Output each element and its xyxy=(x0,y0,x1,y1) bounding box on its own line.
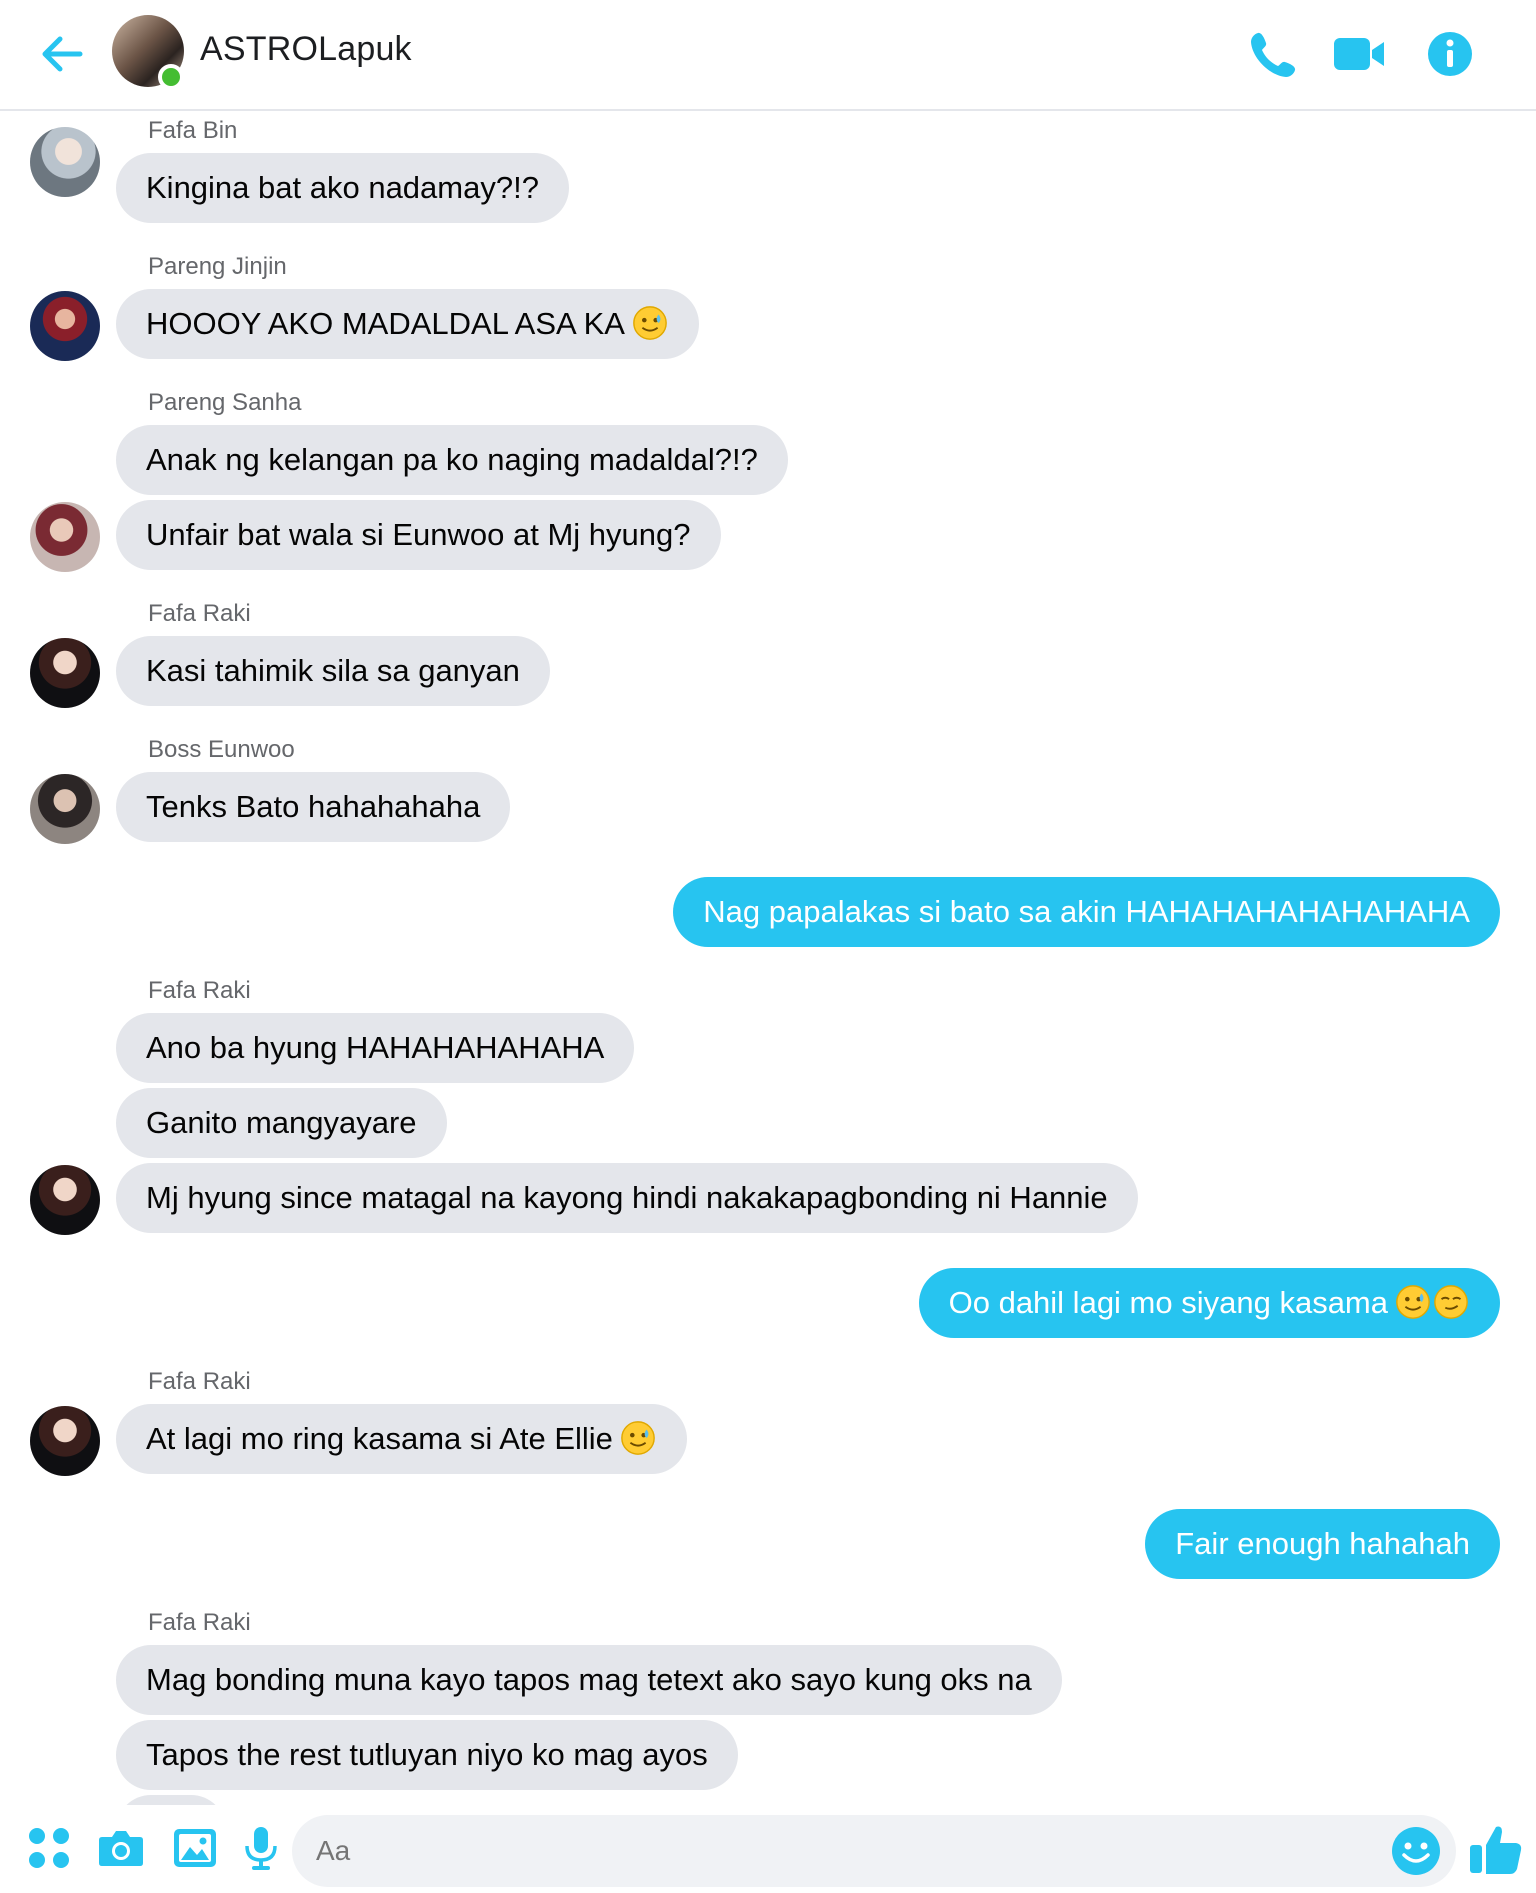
emoji-icon xyxy=(1396,1284,1430,1319)
emoji-icon xyxy=(1434,1284,1468,1319)
online-status-dot xyxy=(158,64,184,90)
video-camera-icon[interactable] xyxy=(1330,24,1390,84)
sender-name: Fafa Bin xyxy=(148,117,238,144)
phone-icon[interactable] xyxy=(1244,24,1304,84)
message-bubble[interactable]: At lagi mo ring kasama si Ate Ellie xyxy=(116,1404,687,1474)
avatar[interactable] xyxy=(30,1165,100,1235)
avatar[interactable] xyxy=(30,638,100,708)
sender-name: Boss Eunwoo xyxy=(148,736,295,763)
info-icon[interactable] xyxy=(1420,24,1480,84)
image-icon[interactable] xyxy=(170,1823,220,1873)
smile-icon[interactable] xyxy=(1388,1823,1444,1879)
emoji-icon xyxy=(621,1420,655,1455)
sender-name: Fafa Raki xyxy=(148,1368,251,1395)
apps-icon[interactable] xyxy=(24,1823,74,1873)
message-bubble[interactable]: Tapos the rest tutluyan niyo ko mag ayos xyxy=(116,1720,738,1790)
message-bubble-partial[interactable] xyxy=(116,1795,226,1805)
sender-name: Fafa Raki xyxy=(148,600,251,627)
message-bubble[interactable]: Kasi tahimik sila sa ganyan xyxy=(116,636,550,706)
message-bubble[interactable]: Unfair bat wala si Eunwoo at Mj hyung? xyxy=(116,500,721,570)
message-bubble[interactable]: Tenks Bato hahahahaha xyxy=(116,772,511,842)
message-bubble[interactable]: Kingina bat ako nadamay?!? xyxy=(116,153,569,223)
arrow-left-icon[interactable] xyxy=(36,28,88,80)
message-bubble[interactable]: Ganito mangyayare xyxy=(116,1088,447,1158)
sender-name: Pareng Jinjin xyxy=(148,253,287,280)
outgoing-message-bubble[interactable]: Fair enough hahahah xyxy=(1145,1509,1500,1579)
chat-header: ASTROLapuk xyxy=(0,0,1536,111)
emoji-icon xyxy=(633,305,667,340)
outgoing-message-bubble[interactable]: Oo dahil lagi mo siyang kasama xyxy=(918,1268,1500,1338)
microphone-icon[interactable] xyxy=(236,1823,286,1873)
sender-name: Fafa Raki xyxy=(148,977,251,1004)
avatar[interactable] xyxy=(30,1795,100,1805)
thumbs-up-icon[interactable] xyxy=(1466,1819,1526,1879)
avatar[interactable] xyxy=(30,774,100,844)
sender-name: Pareng Sanha xyxy=(148,389,302,416)
chat-title[interactable]: ASTROLapuk xyxy=(200,30,412,69)
avatar[interactable] xyxy=(30,1406,100,1476)
avatar[interactable] xyxy=(30,502,100,572)
camera-icon[interactable] xyxy=(96,1823,146,1873)
message-bubble[interactable]: Anak ng kelangan pa ko naging madaldal?!… xyxy=(116,425,788,495)
message-bubble[interactable]: HOOOY AKO MADALDAL ASA KA xyxy=(116,289,699,359)
outgoing-message-bubble[interactable]: Nag papalakas si bato sa akin HAHAHAHAHA… xyxy=(673,877,1500,947)
message-composer xyxy=(0,1805,1536,1893)
message-thread[interactable]: Fafa Bin Kingina bat ako nadamay?!? Pare… xyxy=(0,113,1536,1805)
message-bubble[interactable]: Mj hyung since matagal na kayong hindi n… xyxy=(116,1163,1138,1233)
message-bubble[interactable]: Ano ba hyung HAHAHAHAHAHA xyxy=(116,1013,635,1083)
message-bubble[interactable]: Mag bonding muna kayo tapos mag tetext a… xyxy=(116,1645,1062,1715)
message-input[interactable] xyxy=(292,1815,1456,1887)
sender-name: Fafa Raki xyxy=(148,1609,251,1636)
avatar[interactable] xyxy=(30,127,100,197)
avatar[interactable] xyxy=(30,291,100,361)
